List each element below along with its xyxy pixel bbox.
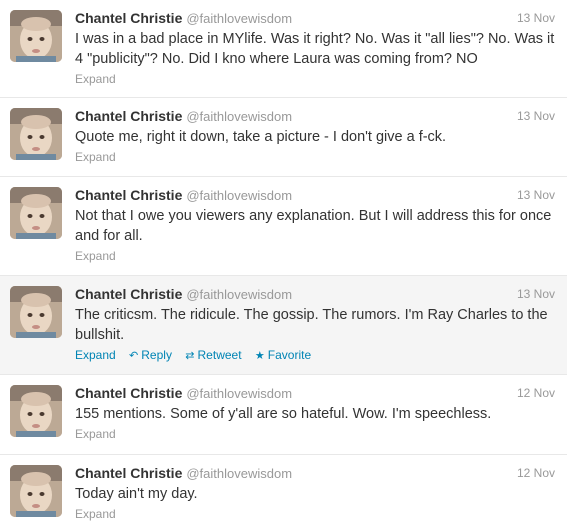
avatar[interactable] <box>10 465 62 517</box>
retweet-icon: ⇄ <box>185 350 195 362</box>
avatar[interactable] <box>10 10 62 62</box>
avatar[interactable] <box>10 385 62 437</box>
avatar-image <box>10 465 62 517</box>
avatar-image <box>10 286 62 338</box>
author-name[interactable]: Chantel Christie <box>75 286 182 302</box>
expand-link[interactable]: Expand <box>75 249 116 263</box>
tweet[interactable]: Chantel Christie @faithlovewisdom 13 Nov … <box>0 177 567 276</box>
tweet[interactable]: Chantel Christie @faithlovewisdom 12 Nov … <box>0 455 567 528</box>
tweet-actions: Expand <box>75 72 116 86</box>
tweet-timeline: Chantel Christie @faithlovewisdom 13 Nov … <box>0 0 567 528</box>
tweet-timestamp[interactable]: 13 Nov <box>517 11 555 25</box>
tweet-header: Chantel Christie @faithlovewisdom <box>75 385 292 403</box>
avatar[interactable] <box>10 286 62 338</box>
tweet-header: Chantel Christie @faithlovewisdom <box>75 286 292 304</box>
author-username[interactable]: @faithlovewisdom <box>186 287 292 302</box>
tweet-text: I was in a bad place in MYlife. Was it r… <box>75 31 555 67</box>
tweet-text: Quote me, right it down, take a picture … <box>75 129 447 145</box>
tweet-timestamp[interactable]: 12 Nov <box>517 466 555 480</box>
author-username[interactable]: @faithlovewisdom <box>186 11 292 26</box>
author-name[interactable]: Chantel Christie <box>75 385 182 401</box>
expand-link[interactable]: Expand <box>75 507 116 521</box>
reply-label: Reply <box>141 348 172 362</box>
avatar-image <box>10 10 62 62</box>
avatar-image <box>10 108 62 160</box>
tweet-actions: Expand <box>75 150 116 164</box>
author-name[interactable]: Chantel Christie <box>75 465 182 481</box>
tweet-timestamp[interactable]: 13 Nov <box>517 188 555 202</box>
tweet[interactable]: Chantel Christie @faithlovewisdom 13 Nov … <box>0 0 567 98</box>
expand-link[interactable]: Expand <box>75 150 116 164</box>
tweet-timestamp[interactable]: 13 Nov <box>517 287 555 301</box>
tweet-header: Chantel Christie @faithlovewisdom <box>75 465 292 483</box>
reply-button[interactable]: ↶ Reply <box>129 348 175 362</box>
tweet[interactable]: Chantel Christie @faithlovewisdom 13 Nov … <box>0 98 567 177</box>
tweet-timestamp[interactable]: 13 Nov <box>517 109 555 123</box>
tweet-text: Today ain't my day. <box>75 486 198 502</box>
favorite-button[interactable]: ★ Favorite <box>255 348 311 362</box>
tweet-actions: Expand <box>75 507 116 521</box>
tweet-text: 155 mentions. Some of y'all are so hatef… <box>75 406 492 422</box>
author-username[interactable]: @faithlovewisdom <box>186 109 292 124</box>
tweet-actions: Expand <box>75 249 116 263</box>
retweet-label: Retweet <box>197 348 242 362</box>
author-username[interactable]: @faithlovewisdom <box>186 188 292 203</box>
tweet-header: Chantel Christie @faithlovewisdom <box>75 108 292 126</box>
tweet-actions: Expand ↶ Reply ⇄ Retweet ★ Favorite <box>75 348 321 362</box>
author-username[interactable]: @faithlovewisdom <box>186 386 292 401</box>
tweet-actions: Expand <box>75 427 116 441</box>
expand-link[interactable]: Expand <box>75 72 116 86</box>
tweet-timestamp[interactable]: 12 Nov <box>517 386 555 400</box>
avatar[interactable] <box>10 108 62 160</box>
tweet-header: Chantel Christie @faithlovewisdom <box>75 10 292 28</box>
retweet-button[interactable]: ⇄ Retweet <box>185 348 245 362</box>
avatar-image <box>10 187 62 239</box>
author-name[interactable]: Chantel Christie <box>75 10 182 26</box>
tweet-text: The criticsm. The ridicule. The gossip. … <box>75 307 548 343</box>
tweet[interactable]: Chantel Christie @faithlovewisdom 12 Nov … <box>0 375 567 455</box>
avatar-image <box>10 385 62 437</box>
author-name[interactable]: Chantel Christie <box>75 108 182 124</box>
tweet-header: Chantel Christie @faithlovewisdom <box>75 187 292 205</box>
expand-link[interactable]: Expand <box>75 427 116 441</box>
tweet-text: Not that I owe you viewers any explanati… <box>75 208 552 244</box>
reply-icon: ↶ <box>129 350 139 362</box>
author-username[interactable]: @faithlovewisdom <box>186 466 292 481</box>
expand-link[interactable]: Expand <box>75 348 116 362</box>
author-name[interactable]: Chantel Christie <box>75 187 182 203</box>
tweet-hovered[interactable]: Chantel Christie @faithlovewisdom 13 Nov … <box>0 276 567 375</box>
favorite-label: Favorite <box>267 348 312 362</box>
star-icon: ★ <box>254 350 265 362</box>
avatar[interactable] <box>10 187 62 239</box>
